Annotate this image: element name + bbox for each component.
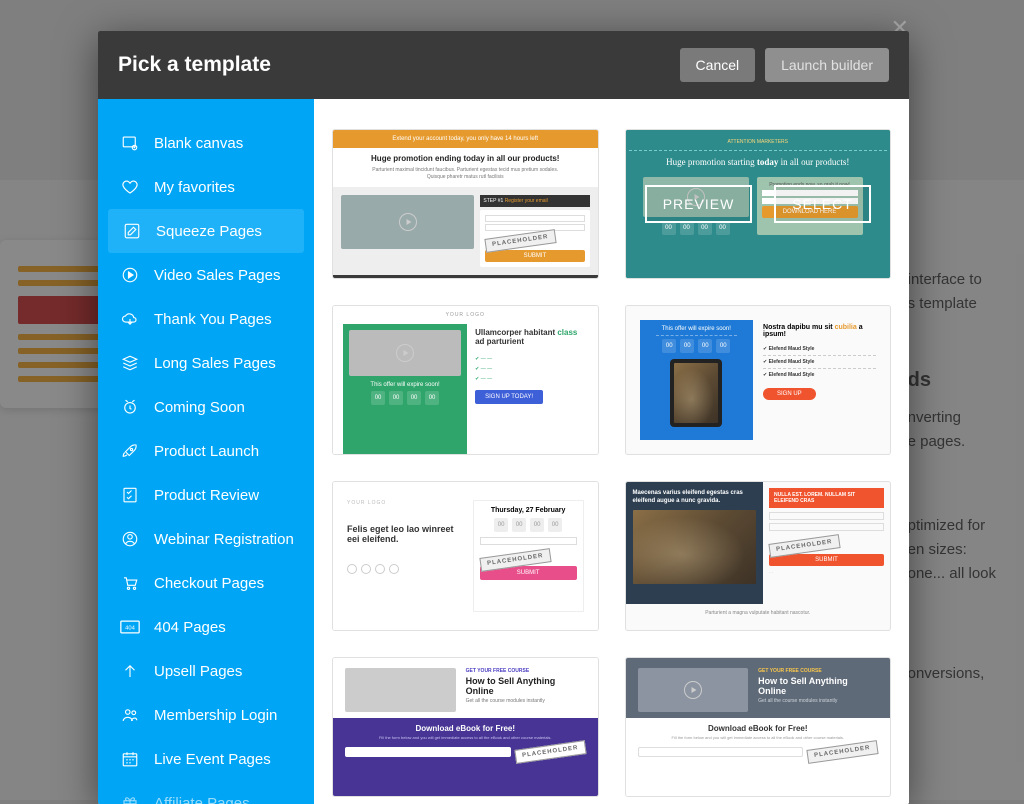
404-icon: 404	[120, 617, 140, 637]
sidebar-item-label: Affiliate Pages	[154, 795, 250, 804]
sidebar-item-membership[interactable]: Membership Login	[98, 693, 314, 737]
calendar-icon	[120, 749, 140, 769]
sidebar-item-404[interactable]: 404 404 Pages	[98, 605, 314, 649]
sidebar-item-label: Membership Login	[154, 707, 277, 724]
template-card[interactable]: GET YOUR FREE COURSE How to Sell Anythin…	[625, 657, 892, 797]
sidebar-item-label: Blank canvas	[154, 135, 243, 152]
heart-icon	[120, 177, 140, 197]
sidebar-item-favorites[interactable]: My favorites	[98, 165, 314, 209]
templates-grid-container: Extend your account today, you only have…	[314, 99, 909, 804]
sidebar-item-label: 404 Pages	[154, 619, 226, 636]
sidebar-item-product-launch[interactable]: Product Launch	[98, 429, 314, 473]
checklist-icon	[120, 485, 140, 505]
cloud-icon	[120, 309, 140, 329]
canvas-icon	[120, 133, 140, 153]
arrow-up-icon	[120, 661, 140, 681]
select-button[interactable]: SELECT	[774, 185, 870, 223]
sidebar-item-affiliate[interactable]: Affiliate Pages	[98, 781, 314, 804]
sidebar-item-label: Checkout Pages	[154, 575, 264, 592]
sidebar-item-product-review[interactable]: Product Review	[98, 473, 314, 517]
sidebar-item-squeeze-pages[interactable]: Squeeze Pages	[108, 209, 304, 253]
sidebar-item-label: Squeeze Pages	[156, 223, 262, 240]
category-sidebar: Blank canvas My favorites Squeeze Pages …	[98, 99, 314, 804]
sidebar-item-label: Long Sales Pages	[154, 355, 276, 372]
sidebar-item-webinar[interactable]: Webinar Registration	[98, 517, 314, 561]
template-card[interactable]: YOUR LOGO Felis eget leo lao winreet eei…	[332, 481, 599, 631]
template-card[interactable]: This offer will expire soon! 00000000 No…	[625, 305, 892, 455]
sidebar-item-label: Product Launch	[154, 443, 259, 460]
cart-icon	[120, 573, 140, 593]
template-card[interactable]: GET YOUR FREE COURSE How to Sell Anythin…	[332, 657, 599, 797]
template-card[interactable]: YOUR LOGO This offer will expire soon! 0…	[332, 305, 599, 455]
sidebar-item-label: Product Review	[154, 487, 259, 504]
play-icon	[120, 265, 140, 285]
sidebar-item-coming-soon[interactable]: Coming Soon	[98, 385, 314, 429]
stack-icon	[120, 353, 140, 373]
sidebar-item-label: Thank You Pages	[154, 311, 272, 328]
clock-icon	[120, 397, 140, 417]
rocket-icon	[120, 441, 140, 461]
sidebar-item-blank-canvas[interactable]: Blank canvas	[98, 121, 314, 165]
sidebar-item-label: Webinar Registration	[154, 531, 294, 548]
preview-button[interactable]: PREVIEW	[645, 185, 753, 223]
modal-title: Pick a template	[118, 53, 271, 77]
svg-text:404: 404	[125, 626, 135, 632]
sidebar-item-label: Upsell Pages	[154, 663, 242, 680]
sidebar-item-long-sales[interactable]: Long Sales Pages	[98, 341, 314, 385]
person-icon	[120, 529, 140, 549]
users-icon	[120, 705, 140, 725]
sidebar-item-checkout[interactable]: Checkout Pages	[98, 561, 314, 605]
launch-builder-button[interactable]: Launch builder	[765, 48, 889, 82]
sidebar-item-label: Video Sales Pages	[154, 267, 280, 284]
template-card-hovered[interactable]: ATTENTION MARKETERS Huge promotion start…	[625, 129, 892, 279]
sidebar-item-label: Live Event Pages	[154, 751, 271, 768]
modal-header: Pick a template Cancel Launch builder	[98, 31, 909, 99]
sidebar-item-upsell[interactable]: Upsell Pages	[98, 649, 314, 693]
sidebar-item-live-event[interactable]: Live Event Pages	[98, 737, 314, 781]
sidebar-item-thank-you[interactable]: Thank You Pages	[98, 297, 314, 341]
gift-icon	[120, 793, 140, 804]
template-card[interactable]: Extend your account today, you only have…	[332, 129, 599, 279]
thumb-topbar: Extend your account today, you only have…	[333, 130, 598, 148]
sidebar-item-label: My favorites	[154, 179, 235, 196]
cancel-button[interactable]: Cancel	[680, 48, 756, 82]
template-picker-modal: Pick a template Cancel Launch builder Bl…	[98, 31, 909, 804]
sidebar-item-video-sales[interactable]: Video Sales Pages	[98, 253, 314, 297]
sidebar-item-label: Coming Soon	[154, 399, 245, 416]
header-buttons: Cancel Launch builder	[680, 48, 889, 82]
template-card[interactable]: Maecenas varius eleifend egestas cras el…	[625, 481, 892, 631]
template-hover-overlay: PREVIEW SELECT	[626, 130, 891, 278]
edit-icon	[122, 221, 142, 241]
